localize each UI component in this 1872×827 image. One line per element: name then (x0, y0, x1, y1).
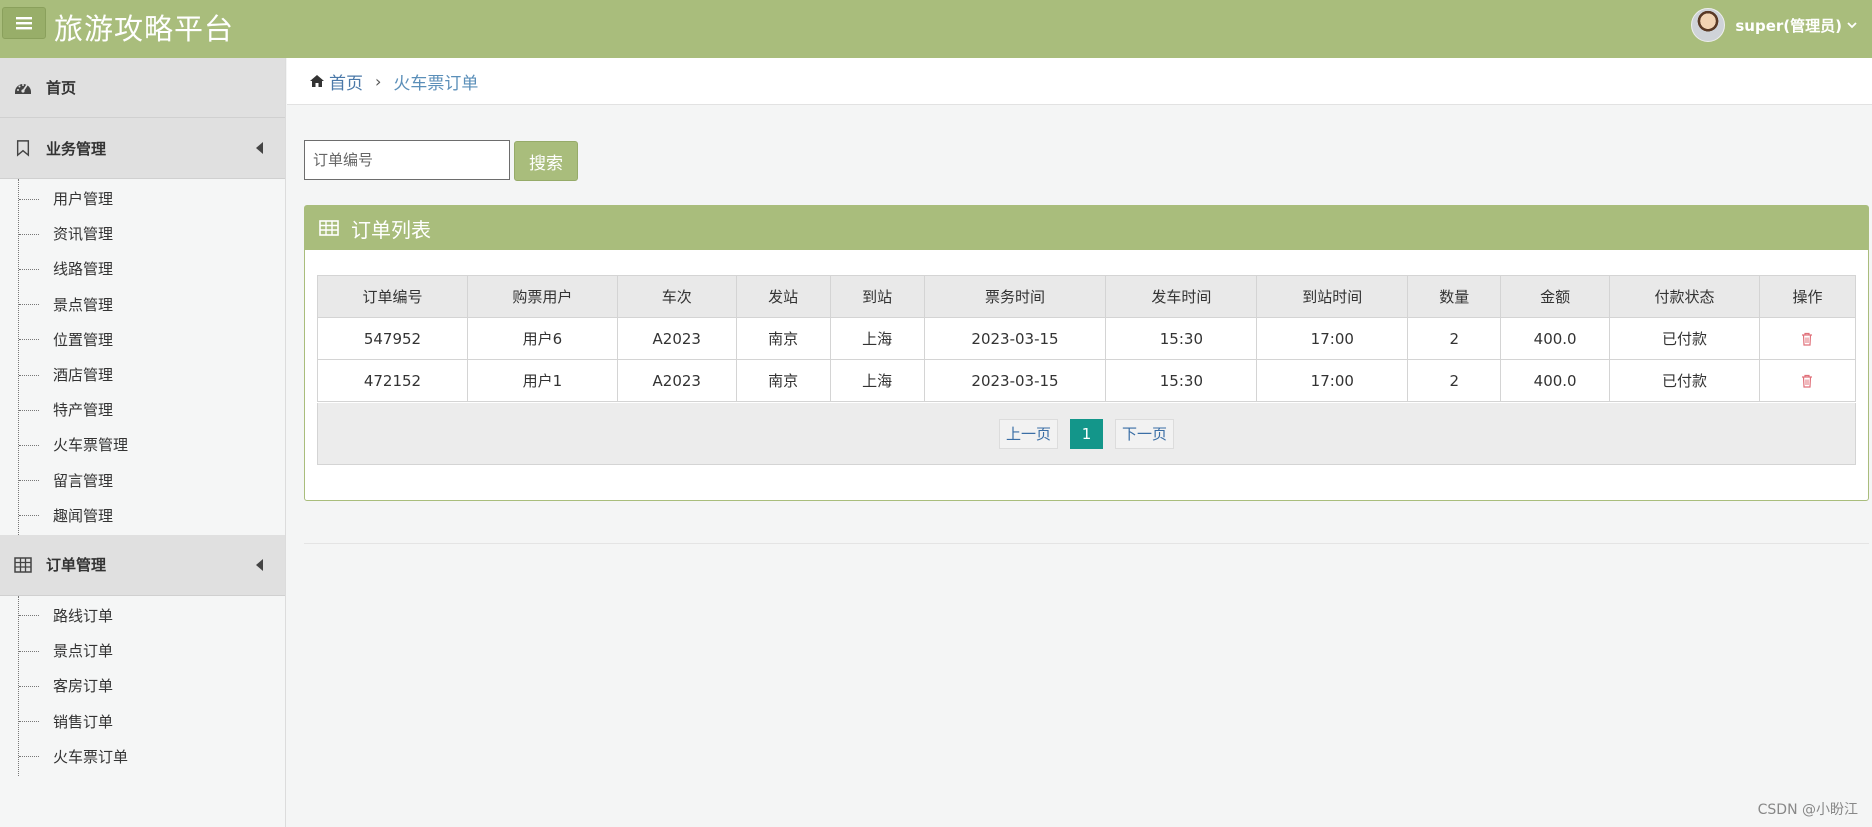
sidebar-item-sales-orders[interactable]: 销售订单 (0, 703, 285, 738)
column-header: 发车时间 (1105, 275, 1258, 318)
chevron-right-icon: › (375, 71, 382, 91)
to-station-cell: 上海 (829, 317, 925, 360)
table-row: 547952 用户6 A2023 南京 上海 2023-03-15 15:30 … (317, 317, 1857, 360)
departure-time-cell: 15:30 (1105, 359, 1258, 402)
departure-time-cell: 15:30 (1105, 317, 1258, 360)
table-icon (319, 220, 339, 236)
sidebar-item-messages[interactable]: 留言管理 (0, 463, 285, 498)
from-station-cell: 南京 (735, 359, 831, 402)
orders-table: 订单编号 购票用户 车次 发站 到站 票务时间 发车时间 到站时间 数量 金额 … (317, 275, 1857, 402)
breadcrumb-current: 火车票订单 (393, 73, 479, 94)
quantity-cell: 2 (1407, 359, 1502, 402)
table-row: 472152 用户1 A2023 南京 上海 2023-03-15 15:30 … (317, 359, 1857, 402)
top-bar: 旅游攻略平台 super(管理员) (0, 0, 1872, 58)
avatar[interactable] (1691, 8, 1726, 42)
payment-status-cell: 已付款 (1609, 317, 1760, 360)
sidebar-item-users[interactable]: 用户管理 (0, 181, 285, 216)
pagination: 上一页 1 下一页 (317, 403, 1856, 465)
sidebar-group-label: 订单管理 (46, 556, 107, 575)
sidebar-item-attraction-orders[interactable]: 景点订单 (0, 633, 285, 668)
sidebar-item-home[interactable]: 首页 (0, 58, 285, 118)
home-icon (310, 75, 324, 87)
sidebar-sublist-business: 用户管理 资讯管理 线路管理 景点管理 位置管理 酒店管理 特产管理 火车票管理… (0, 179, 285, 535)
order-list-panel: 订单列表 订单编号 购票用户 车次 发站 到站 票务时间 发车时间 到站时间 数… (304, 205, 1869, 501)
panel-title: 订单列表 (351, 217, 431, 242)
sidebar-item-attractions[interactable]: 景点管理 (0, 287, 285, 322)
dashboard-icon (14, 79, 32, 97)
arrival-time-cell: 17:00 (1256, 359, 1409, 402)
sidebar-sublist-orders: 路线订单 景点订单 客房订单 销售订单 火车票订单 (0, 595, 285, 776)
from-station-cell: 南京 (735, 317, 831, 360)
divider (304, 543, 1869, 544)
column-header: 操作 (1758, 275, 1857, 318)
amount-cell: 400.0 (1500, 359, 1611, 402)
table-icon (14, 556, 32, 574)
ticket-date-cell: 2023-03-15 (923, 359, 1107, 402)
column-header: 数量 (1407, 275, 1502, 318)
order-number-cell: 472152 (317, 359, 468, 402)
bookmark-icon (14, 139, 32, 157)
sidebar-item-route-orders[interactable]: 路线订单 (0, 598, 285, 633)
chevron-down-icon[interactable] (1846, 19, 1858, 31)
sidebar-item-routes[interactable]: 线路管理 (0, 251, 285, 286)
column-header: 发站 (735, 275, 831, 318)
user-name[interactable]: super(管理员) (1735, 15, 1842, 36)
column-header: 购票用户 (466, 275, 618, 318)
to-station-cell: 上海 (829, 359, 925, 402)
user-cell: 用户1 (466, 359, 618, 402)
column-header: 到站 (829, 275, 925, 318)
table-header-row: 订单编号 购票用户 车次 发站 到站 票务时间 发车时间 到站时间 数量 金额 … (317, 275, 1857, 318)
caret-left-icon (256, 558, 263, 571)
sidebar-item-hotels[interactable]: 酒店管理 (0, 357, 285, 392)
sidebar-item-train-tickets[interactable]: 火车票管理 (0, 427, 285, 462)
panel-header: 订单列表 (305, 206, 1868, 250)
sidebar-item-room-orders[interactable]: 客房订单 (0, 668, 285, 703)
caret-left-icon (256, 142, 263, 154)
sidebar-item-train-ticket-orders[interactable]: 火车票订单 (0, 739, 285, 774)
column-header: 金额 (1500, 275, 1611, 318)
train-cell: A2023 (616, 359, 737, 402)
search-button[interactable]: 搜索 (514, 141, 578, 181)
actions-cell (1758, 317, 1857, 360)
breadcrumb-home-link[interactable]: 首页 (329, 69, 363, 94)
column-header: 订单编号 (317, 275, 468, 318)
column-header: 到站时间 (1256, 275, 1409, 318)
column-header: 付款状态 (1609, 275, 1760, 318)
order-number-cell: 547952 (317, 317, 468, 360)
column-header: 票务时间 (923, 275, 1107, 318)
trash-icon[interactable] (1801, 332, 1813, 346)
sidebar-item-locations[interactable]: 位置管理 (0, 322, 285, 357)
menu-toggle-button[interactable] (2, 7, 46, 39)
trash-icon[interactable] (1801, 374, 1813, 388)
order-number-search-input[interactable] (304, 140, 510, 180)
ticket-date-cell: 2023-03-15 (923, 317, 1107, 360)
app-title: 旅游攻略平台 (54, 12, 235, 46)
sidebar-group-business[interactable]: 业务管理 (0, 118, 285, 179)
next-page-button[interactable]: 下一页 (1115, 418, 1175, 449)
sidebar-group-label: 业务管理 (46, 139, 107, 158)
prev-page-button[interactable]: 上一页 (998, 418, 1058, 449)
train-cell: A2023 (616, 317, 737, 360)
hamburger-icon (16, 17, 32, 30)
watermark: CSDN @小盼江 (1757, 802, 1858, 818)
sidebar: 首页 业务管理 用户管理 资讯管理 线路管理 景点管理 位置管理 酒店管理 特产… (0, 58, 286, 827)
breadcrumb: 首页 › 火车票订单 (287, 58, 1872, 105)
sidebar-item-specialties[interactable]: 特产管理 (0, 392, 285, 427)
sidebar-item-news[interactable]: 资讯管理 (0, 216, 285, 251)
sidebar-item-label: 首页 (46, 79, 77, 97)
sidebar-item-anecdotes[interactable]: 趣闻管理 (0, 498, 285, 533)
page-number-button[interactable]: 1 (1070, 418, 1103, 449)
quantity-cell: 2 (1407, 317, 1502, 360)
actions-cell (1758, 359, 1857, 402)
column-header: 车次 (616, 275, 737, 318)
sidebar-group-orders[interactable]: 订单管理 (0, 534, 285, 596)
payment-status-cell: 已付款 (1609, 359, 1760, 402)
arrival-time-cell: 17:00 (1256, 317, 1409, 360)
amount-cell: 400.0 (1500, 317, 1611, 360)
user-cell: 用户6 (466, 317, 618, 360)
user-menu[interactable]: super(管理员) (1691, 8, 1858, 42)
